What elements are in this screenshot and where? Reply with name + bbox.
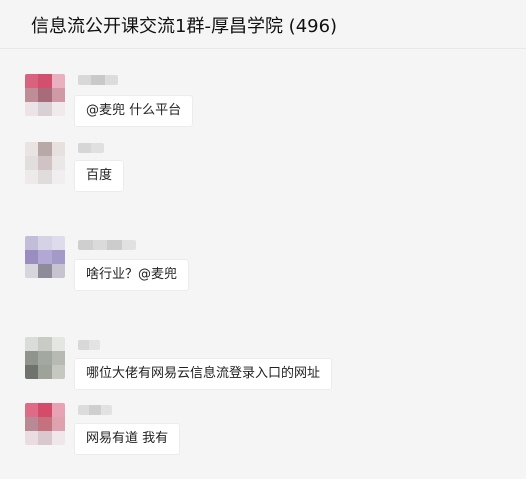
avatar-pixel [51,403,65,417]
avatar-pixel [25,74,39,88]
avatar-pixel [25,156,39,170]
avatar-pixel [38,417,52,431]
avatar-pixel [25,403,39,417]
message-bubble[interactable]: @麦兜 什么平台 [74,95,194,127]
avatar-pixel [51,417,65,431]
avatar-pixel [51,337,65,351]
avatar[interactable] [25,236,65,278]
avatar-pixel [51,365,65,379]
name-pixel [78,405,90,415]
avatar-pixel [38,264,52,278]
name-pixel [92,240,107,250]
avatar-pixel [38,156,52,170]
avatar-pixel [25,337,39,351]
avatar-pixel [25,365,39,379]
avatar-pixel [38,403,52,417]
avatar-pixel [25,351,39,365]
sender-name-blurred [78,340,100,350]
avatar-pixel [51,102,65,116]
name-pixel [104,75,118,85]
avatar-pixel [38,74,52,88]
name-pixel [78,340,89,350]
message-bubble[interactable]: 啥行业？@麦兜 [74,259,190,291]
message-bubble[interactable]: 百度 [74,160,125,192]
name-pixel [121,240,136,250]
avatar-pixel [25,170,39,184]
message-bubble[interactable]: 哪位大佬有网易云信息流登录入口的网址 [74,358,333,390]
avatar-pixel [51,236,65,250]
avatar-pixel [38,351,52,365]
avatar[interactable] [25,142,65,184]
name-pixel [89,405,101,415]
sender-name-blurred [78,143,104,153]
avatar[interactable] [25,403,65,445]
avatar-pixel [25,250,39,264]
sender-name-blurred [78,240,136,250]
avatar-pixel [51,250,65,264]
avatar-pixel [51,170,65,184]
avatar-pixel [51,88,65,102]
avatar-pixel [38,88,52,102]
name-pixel [89,340,100,350]
name-pixel [91,143,104,153]
name-pixel [78,143,91,153]
avatar-pixel [25,102,39,116]
name-pixel [107,240,122,250]
avatar[interactable] [25,74,65,116]
avatar-pixel [38,142,52,156]
avatar-pixel [51,156,65,170]
chat-header: 信息流公开课交流1群-厚昌学院 (496) [0,0,526,49]
sender-name-blurred [78,75,118,85]
avatar-pixel [38,250,52,264]
message-bubble[interactable]: 网易有道 我有 [74,423,181,455]
avatar[interactable] [25,337,65,379]
avatar-pixel [38,431,52,445]
avatar-pixel [25,431,39,445]
name-pixel [78,240,93,250]
avatar-pixel [38,365,52,379]
avatar-pixel [51,351,65,365]
name-pixel [78,75,92,85]
avatar-pixel [51,431,65,445]
avatar-pixel [25,88,39,102]
name-pixel [100,405,112,415]
avatar-pixel [38,337,52,351]
sender-name-blurred [78,405,112,415]
avatar-pixel [38,236,52,250]
avatar-pixel [51,264,65,278]
name-pixel [91,75,105,85]
avatar-pixel [51,74,65,88]
avatar-pixel [25,417,39,431]
avatar-pixel [25,264,39,278]
avatar-pixel [38,102,52,116]
avatar-pixel [25,142,39,156]
avatar-pixel [38,170,52,184]
chat-title: 信息流公开课交流1群-厚昌学院 (496) [31,16,338,37]
avatar-pixel [51,142,65,156]
avatar-pixel [25,236,39,250]
